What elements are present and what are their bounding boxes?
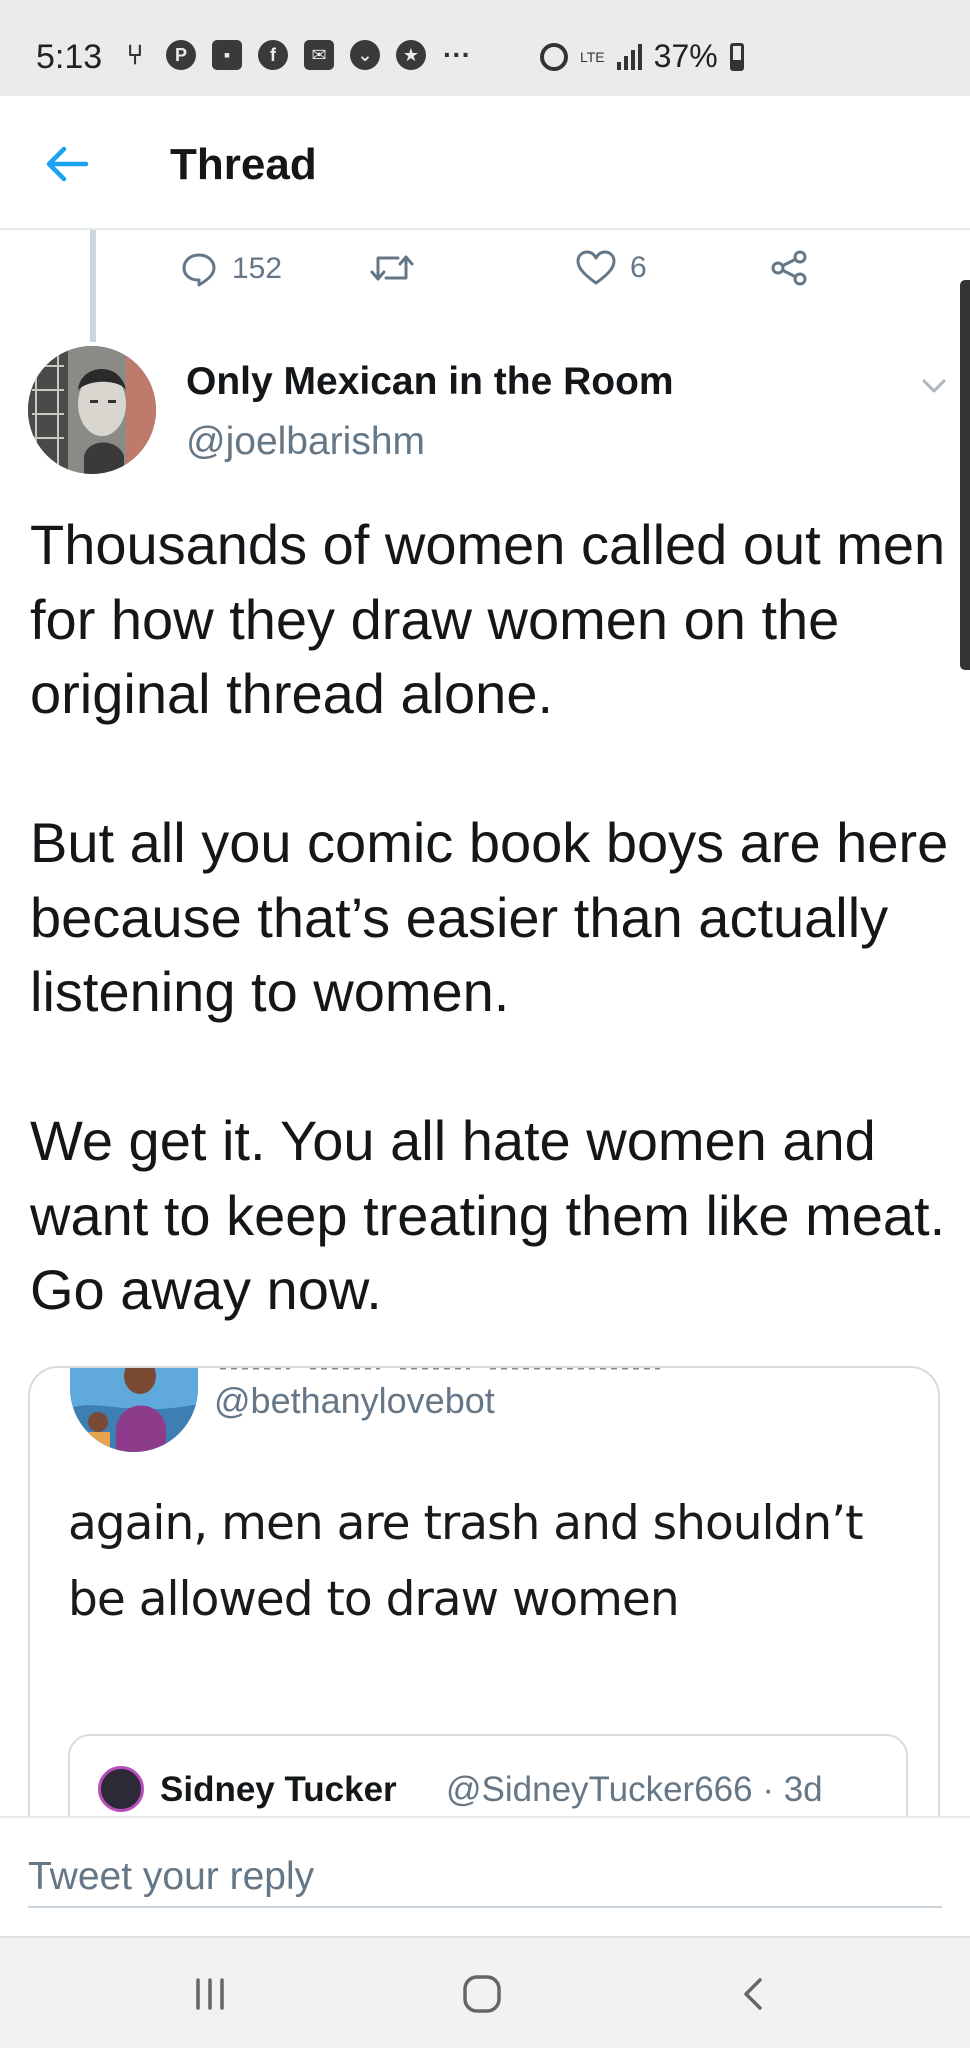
alarm-icon [540, 42, 568, 71]
more-notifications-icon: ··· [443, 39, 471, 70]
quoted-text: again, men are trash and shouldn’t be al… [68, 1496, 864, 1627]
facebook-icon: f [258, 40, 288, 70]
status-time: 5:13 [36, 38, 103, 76]
like-count: 6 [630, 251, 647, 284]
recent-apps-icon [196, 1978, 224, 2010]
pocket-icon: ⌄ [350, 40, 380, 70]
back-button[interactable] [38, 136, 94, 192]
heart-icon [576, 250, 616, 285]
tweet-body: Thousands of women called out men for ho… [30, 508, 950, 1328]
star-icon: ★ [396, 40, 426, 70]
tweet-paragraph: But all you comic book boys are here bec… [30, 811, 949, 1023]
mail-icon: ✉ [304, 40, 334, 70]
nested-author-name: Sidney Tucker [160, 1770, 397, 1809]
nested-avatar [98, 1766, 144, 1812]
recent-apps-button[interactable] [180, 1968, 240, 2020]
quoted-avatar-image [70, 1368, 198, 1452]
thread-connector-line [90, 230, 96, 342]
page-title: Thread [170, 140, 317, 189]
lte-label: LTE [580, 48, 605, 65]
nested-author-meta: @SidneyTucker666 · 3d [446, 1770, 823, 1809]
battery-icon [729, 42, 744, 71]
reply-button[interactable]: 152 [180, 250, 282, 288]
author-avatar[interactable] [28, 346, 156, 474]
like-button[interactable]: 6 [576, 250, 647, 286]
status-bar: 5:13 ⑂ P ▪ f ✉ ⌄ ★ ··· LTE 37% [0, 0, 970, 96]
share-icon [771, 250, 807, 286]
tweet-paragraph: We get it. You all hate women and want t… [30, 1109, 946, 1321]
back-arrow-icon [46, 146, 88, 182]
system-nav-bar [0, 1936, 970, 2048]
home-icon [463, 1975, 501, 2013]
reply-count: 152 [232, 252, 283, 285]
tweet-paragraph-spacer [30, 1030, 950, 1105]
system-status: LTE 37% [540, 38, 744, 75]
system-back-button[interactable] [724, 1968, 784, 2020]
fork-icon: ⑂ [126, 39, 144, 70]
notification-icons: ⑂ P ▪ f ✉ ⌄ ★ ··· [120, 39, 472, 70]
cropped-name-line [220, 1368, 660, 1370]
signal-icon [616, 43, 642, 70]
battery-percent: 37% [653, 38, 718, 74]
reply-bar [0, 1816, 970, 1936]
thread-header: Thread [0, 96, 970, 230]
tweet-paragraph: Thousands of women called out men for ho… [30, 513, 946, 725]
retweet-icon [370, 255, 414, 281]
avatar-image [28, 346, 156, 474]
lock-icon: ▪ [212, 40, 242, 70]
pinterest-icon: P [166, 40, 196, 70]
author-name[interactable]: Only Mexican in the Room [186, 360, 674, 404]
retweet-button[interactable] [370, 250, 414, 286]
tweet-paragraph-spacer [30, 732, 950, 807]
home-button[interactable] [452, 1968, 512, 2020]
tweet-options-button[interactable] [914, 366, 954, 406]
scrollbar[interactable] [960, 280, 970, 670]
author-handle[interactable]: @joelbarishm [186, 420, 425, 464]
chevron-down-icon [922, 379, 946, 393]
previous-tweet-actions: 152 6 [180, 250, 820, 300]
quoted-tweet-card[interactable]: @bethanylovebot again, men are trash and… [28, 1366, 940, 1846]
reply-input[interactable] [28, 1848, 942, 1908]
quoted-handle: @bethanylovebot [214, 1380, 495, 1421]
chevron-left-icon [744, 1978, 762, 2010]
reply-icon [182, 253, 216, 287]
share-button[interactable] [770, 250, 808, 286]
quoted-avatar [70, 1368, 198, 1452]
